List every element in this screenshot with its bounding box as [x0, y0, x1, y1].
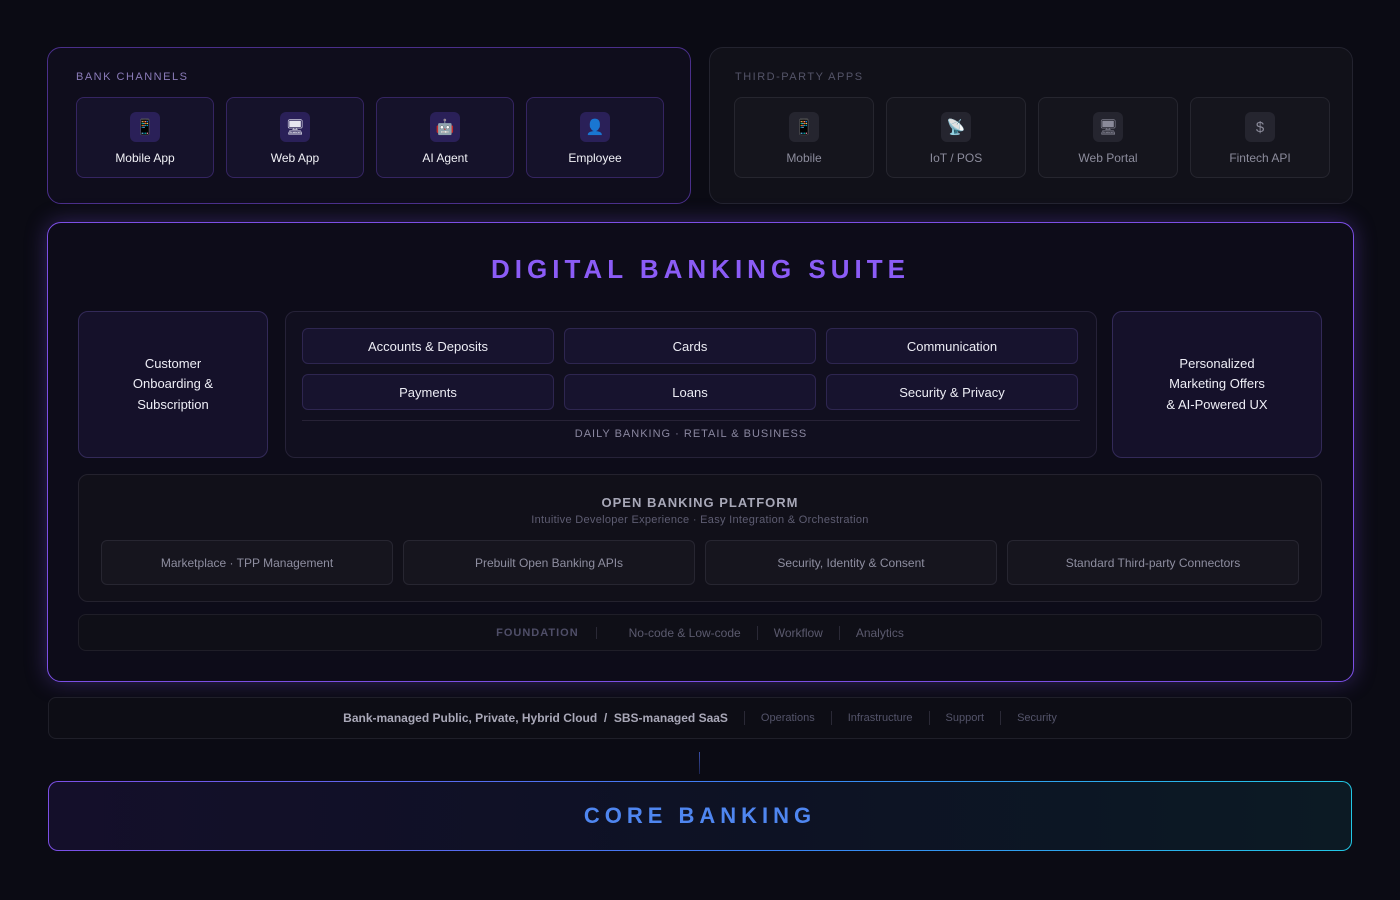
marketing-line: Personalized	[1179, 355, 1255, 371]
connector-line	[699, 752, 700, 774]
open-banking-subtitle: Intuitive Developer Experience · Easy In…	[531, 514, 869, 526]
third-party-item-label: Web Portal	[1078, 151, 1138, 165]
desktop-computer-icon: 🖥	[280, 112, 310, 142]
channel-ai-agent[interactable]: 🤖 AI Agent	[376, 97, 514, 178]
module-security-privacy[interactable]: Security & Privacy	[826, 374, 1078, 410]
module-loans[interactable]: Loans	[564, 374, 816, 410]
third-party-item-label: Mobile	[786, 151, 822, 165]
third-party-label: THIRD-PARTY APPS	[735, 71, 864, 83]
module-cards[interactable]: Cards	[564, 328, 816, 364]
onboarding-card[interactable]: Customer Onboarding & Subscription	[78, 311, 268, 458]
cloud-item[interactable]: Infrastructure	[848, 712, 913, 724]
foundation-item[interactable]: No-code & Low-code	[629, 626, 741, 640]
channel-label: Employee	[568, 151, 622, 165]
digital-banking-suite: DIGITAL BANKING SUITE Customer Onboardin…	[47, 222, 1354, 682]
divider	[756, 625, 758, 640]
bank-channels-label: BANK CHANNELS	[76, 71, 189, 83]
mobile-phone-icon: 📱	[789, 112, 819, 142]
channel-label: Mobile App	[115, 151, 175, 165]
channel-employee[interactable]: 👤 Employee	[526, 97, 664, 178]
bank-channels-group: BANK CHANNELS 📱 Mobile App 🖥 Web App 🤖 A…	[47, 47, 691, 204]
suite-title: DIGITAL BANKING SUITE	[491, 254, 910, 284]
channel-label: Web App	[270, 151, 320, 165]
channel-mobile-app[interactable]: 📱 Mobile App	[76, 97, 214, 178]
third-party-apps-group: THIRD-PARTY APPS 📱 Mobile 📡 IoT / POS 🖥 …	[709, 47, 1353, 204]
open-banking-platform: OPEN BANKING PLATFORM Intuitive Develope…	[78, 474, 1322, 602]
module-payments[interactable]: Payments	[302, 374, 554, 410]
foundation-item[interactable]: Workflow	[774, 626, 823, 640]
ob-prebuilt-apis[interactable]: Prebuilt Open Banking APIs	[403, 540, 695, 585]
divider	[743, 711, 745, 725]
divider	[838, 625, 840, 640]
third-party-item-label: IoT / POS	[929, 151, 983, 165]
module-accounts-deposits[interactable]: Accounts & Deposits	[302, 328, 554, 364]
channel-web-app[interactable]: 🖥 Web App	[226, 97, 364, 178]
third-party-web-portal[interactable]: 🖥 Web Portal	[1038, 97, 1178, 178]
cloud-item[interactable]: Security	[1017, 712, 1057, 724]
ob-marketplace[interactable]: Marketplace · TPP Management	[101, 540, 393, 585]
onboarding-line: Customer	[144, 355, 202, 371]
foundation-bar: FOUNDATION No-code & Low-code Workflow A…	[78, 614, 1322, 651]
third-party-item-label: Fintech API	[1229, 151, 1291, 165]
ob-connectors[interactable]: Standard Third-party Connectors	[1007, 540, 1299, 585]
divider	[830, 711, 832, 725]
divider	[1000, 711, 1002, 725]
robot-icon: 🤖	[430, 112, 460, 142]
marketing-card[interactable]: Personalized Marketing Offers & AI-Power…	[1112, 311, 1322, 458]
cloud-item[interactable]: Operations	[761, 712, 815, 724]
third-party-iot-pos[interactable]: 📡 IoT / POS	[886, 97, 1026, 178]
cloud-item[interactable]: Support	[946, 712, 985, 724]
daily-banking-block: Accounts & Deposits Cards Communication …	[285, 311, 1097, 458]
divider	[928, 711, 930, 725]
core-banking[interactable]: CORE BANKING	[48, 781, 1352, 851]
mobile-phone-icon: 📱	[130, 112, 160, 142]
module-communication[interactable]: Communication	[826, 328, 1078, 364]
person-icon: 👤	[580, 112, 610, 142]
divider	[302, 420, 1080, 421]
marketing-line: & AI-Powered UX	[1166, 396, 1268, 412]
onboarding-line: Subscription	[137, 396, 209, 412]
third-party-fintech-api[interactable]: $ Fintech API	[1190, 97, 1330, 178]
onboarding-line: Onboarding &	[132, 376, 214, 392]
cloud-primary: Bank-managed Public, Private, Hybrid Clo…	[343, 711, 728, 725]
third-party-mobile[interactable]: 📱 Mobile	[734, 97, 874, 178]
foundation-item[interactable]: Analytics	[856, 626, 904, 640]
dollar-icon: $	[1245, 112, 1275, 142]
satellite-antenna-icon: 📡	[941, 112, 971, 142]
foundation-label: FOUNDATION	[496, 626, 597, 639]
ob-security-identity[interactable]: Security, Identity & Consent	[705, 540, 997, 585]
desktop-computer-icon: 🖥	[1093, 112, 1123, 142]
open-banking-title: OPEN BANKING PLATFORM	[601, 495, 799, 510]
core-banking-title: CORE BANKING	[583, 803, 817, 828]
daily-banking-caption: DAILY BANKING · RETAIL & BUSINESS	[574, 428, 808, 440]
marketing-line: Marketing Offers	[1169, 376, 1265, 392]
channel-label: AI Agent	[422, 151, 468, 165]
cloud-deployment-bar: Bank-managed Public, Private, Hybrid Clo…	[48, 697, 1352, 739]
